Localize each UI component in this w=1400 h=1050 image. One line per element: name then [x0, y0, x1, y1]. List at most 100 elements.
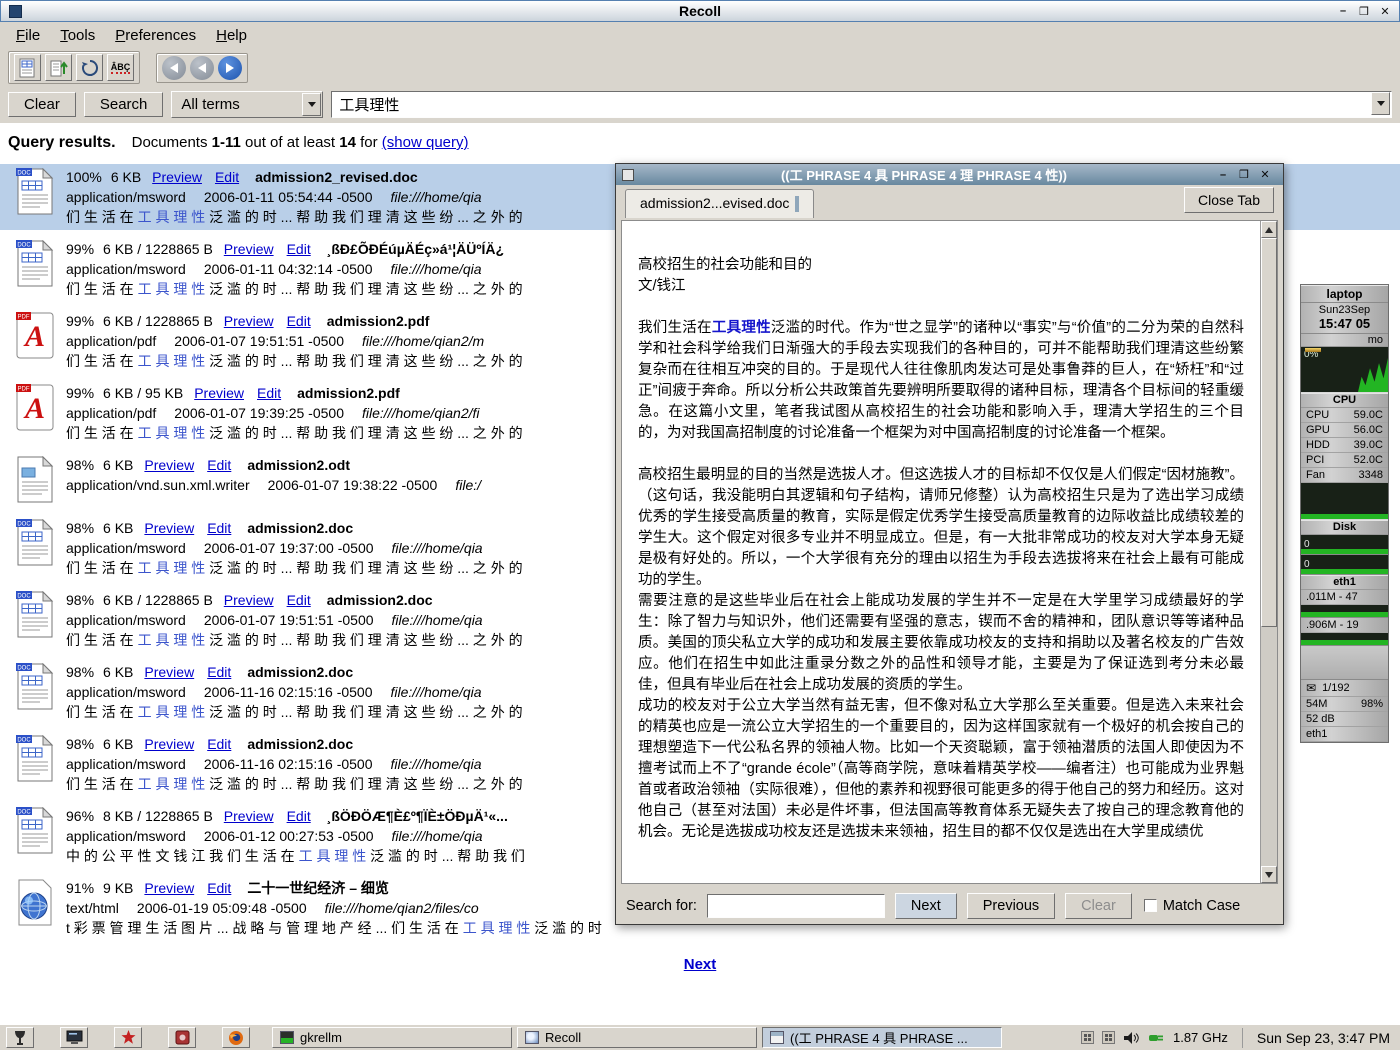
document-history-button[interactable]: [76, 54, 103, 81]
terminal-launcher[interactable]: [60, 1027, 88, 1048]
close-tab-button[interactable]: Close Tab: [1184, 187, 1274, 213]
edit-link[interactable]: Edit: [207, 520, 231, 536]
preview-search-input[interactable]: [707, 894, 885, 918]
menu-help[interactable]: Help: [206, 23, 257, 48]
close-icon[interactable]: ✕: [1376, 4, 1394, 19]
result-title[interactable]: admission2.doc: [247, 736, 353, 752]
red-star-launcher[interactable]: [114, 1027, 142, 1048]
preview-titlebar[interactable]: ((工 PHRASE 4 具 PHRASE 4 理 PHRASE 4 性)) –…: [616, 164, 1283, 185]
edit-link[interactable]: Edit: [207, 880, 231, 896]
search-input[interactable]: [332, 92, 1371, 117]
sort-parameters-button[interactable]: [45, 54, 72, 81]
scrollbar-thumb[interactable]: [1261, 238, 1277, 627]
first-page-button[interactable]: [162, 56, 186, 80]
results-count-text: 14: [339, 134, 356, 151]
result-title[interactable]: admission2_revised.doc: [255, 169, 418, 185]
edit-link[interactable]: Edit: [287, 313, 311, 329]
query-history-dropdown-icon[interactable]: [1371, 92, 1390, 115]
menu-preferences[interactable]: Preferences: [105, 23, 206, 48]
taskbar-task-recoll[interactable]: Recoll: [517, 1027, 757, 1048]
preview-link[interactable]: Preview: [224, 313, 274, 329]
preview-link[interactable]: Preview: [224, 808, 274, 824]
search-button[interactable]: Search: [84, 92, 164, 117]
result-title[interactable]: ¸ßÐ£ÕÐÉúµÄÉç»á¹¦ÄÜºÍÄ¿: [327, 241, 504, 257]
snippet-text: 们 生 活 在: [66, 281, 138, 297]
result-title[interactable]: admission2.pdf: [327, 313, 430, 329]
pager-icon[interactable]: [1081, 1031, 1094, 1044]
close-icon[interactable]: ✕: [1256, 167, 1274, 182]
find-previous-button[interactable]: Previous: [967, 893, 1055, 919]
find-clear-button[interactable]: Clear: [1065, 893, 1132, 919]
find-next-button[interactable]: Next: [895, 893, 957, 919]
snippet-text: 泛 滥 的 时 ... 帮 助 我 们 理 清 这 些 纷 ... 之 外 的: [205, 632, 522, 648]
menu-tools[interactable]: Tools: [50, 23, 105, 48]
menu-file[interactable]: File: [6, 23, 50, 48]
scrollbar-track[interactable]: [1261, 238, 1277, 866]
preview-link[interactable]: Preview: [152, 169, 202, 185]
preview-tab[interactable]: admission2...evised.doc: [625, 189, 814, 218]
clear-button[interactable]: Clear: [8, 92, 76, 117]
red-box-launcher[interactable]: [168, 1027, 196, 1048]
preview-link[interactable]: Preview: [144, 736, 194, 752]
relevance-percent: 99%: [66, 241, 94, 257]
taskbar-task-gkrellm[interactable]: gkrellm: [272, 1027, 512, 1048]
preview-link[interactable]: Preview: [144, 880, 194, 896]
vertical-scrollbar[interactable]: [1260, 221, 1277, 883]
result-title[interactable]: admission2.doc: [327, 592, 433, 608]
next-page-button[interactable]: [218, 56, 242, 80]
document-text[interactable]: 高校招生的社会功能和目的文/钱江我们生活在工具理性泛滥的时代。作为“世之显学”的…: [622, 221, 1260, 883]
volume-monitor: 52 dB: [1301, 712, 1388, 727]
edit-link[interactable]: Edit: [257, 385, 281, 401]
firefox-launcher[interactable]: [222, 1027, 250, 1048]
maximize-icon[interactable]: ❒: [1235, 167, 1253, 182]
search-mode-combo[interactable]: All terms: [171, 91, 323, 118]
doc-url: file:///home/qian2/files/co: [325, 900, 479, 916]
preview-link[interactable]: Preview: [224, 241, 274, 257]
edit-link[interactable]: Edit: [287, 592, 311, 608]
result-title[interactable]: ¸ßÖÐÖÆ¶È£º¶ÏÈ±ÖÐµÄ¹«...: [327, 808, 508, 824]
result-title[interactable]: admission2.odt: [247, 457, 350, 473]
result-title[interactable]: admission2.pdf: [297, 385, 400, 401]
preview-link[interactable]: Preview: [224, 592, 274, 608]
minimize-icon[interactable]: –: [1214, 167, 1232, 182]
match-case-checkbox[interactable]: [1144, 899, 1157, 912]
preview-link[interactable]: Preview: [144, 457, 194, 473]
file-size: 8 KB / 1228865 B: [103, 808, 213, 824]
taskbar-task-preview[interactable]: ((工 PHRASE 4 具 PHRASE ...: [762, 1027, 1002, 1048]
term-explorer-button[interactable]: ÂBÇ: [107, 54, 134, 81]
chevron-down-icon[interactable]: [302, 93, 321, 116]
svg-text:PDF: PDF: [18, 387, 30, 393]
result-title[interactable]: admission2.doc: [247, 520, 353, 536]
scroll-up-icon[interactable]: [1261, 221, 1277, 238]
volume-icon[interactable]: [1123, 1031, 1140, 1045]
edit-link[interactable]: Edit: [287, 808, 311, 824]
edit-link[interactable]: Edit: [207, 457, 231, 473]
keyboard-layout-icon[interactable]: [1102, 1031, 1115, 1044]
power-plug-icon[interactable]: [1148, 1031, 1165, 1045]
maximize-icon[interactable]: ❒: [1355, 4, 1373, 19]
wine-launcher[interactable]: [6, 1027, 34, 1048]
edit-link[interactable]: Edit: [287, 241, 311, 257]
mime-type: application/msword: [66, 540, 186, 556]
show-query-link[interactable]: (show query): [382, 134, 469, 151]
edit-link[interactable]: Edit: [207, 664, 231, 680]
prev-page-button[interactable]: [190, 56, 214, 80]
result-title[interactable]: 二十一世纪经济 – 细览: [247, 880, 389, 896]
minimize-icon[interactable]: –: [1334, 4, 1352, 19]
memory-monitor: 54M 98%: [1301, 697, 1388, 712]
preview-link[interactable]: Preview: [144, 664, 194, 680]
edit-link[interactable]: Edit: [215, 169, 239, 185]
match-case-option[interactable]: Match Case: [1144, 898, 1240, 914]
document-table-button[interactable]: [14, 54, 41, 81]
next-page-link[interactable]: Next: [684, 956, 717, 973]
preview-paragraph: 文/钱江: [638, 276, 1244, 297]
preview-link[interactable]: Preview: [194, 385, 244, 401]
document-table-icon: [19, 58, 37, 78]
preview-link[interactable]: Preview: [144, 520, 194, 536]
result-title[interactable]: admission2.doc: [247, 664, 353, 680]
main-titlebar[interactable]: Recoll – ❒ ✕: [0, 0, 1400, 22]
edit-link[interactable]: Edit: [207, 736, 231, 752]
scroll-down-icon[interactable]: [1261, 866, 1277, 883]
sysmon-hostname[interactable]: laptop: [1301, 285, 1388, 303]
snippet-text: t 彩 票 管 理 生 活 图 片 ... 战 略 与 管 理 地 产 经 ..…: [66, 920, 463, 936]
